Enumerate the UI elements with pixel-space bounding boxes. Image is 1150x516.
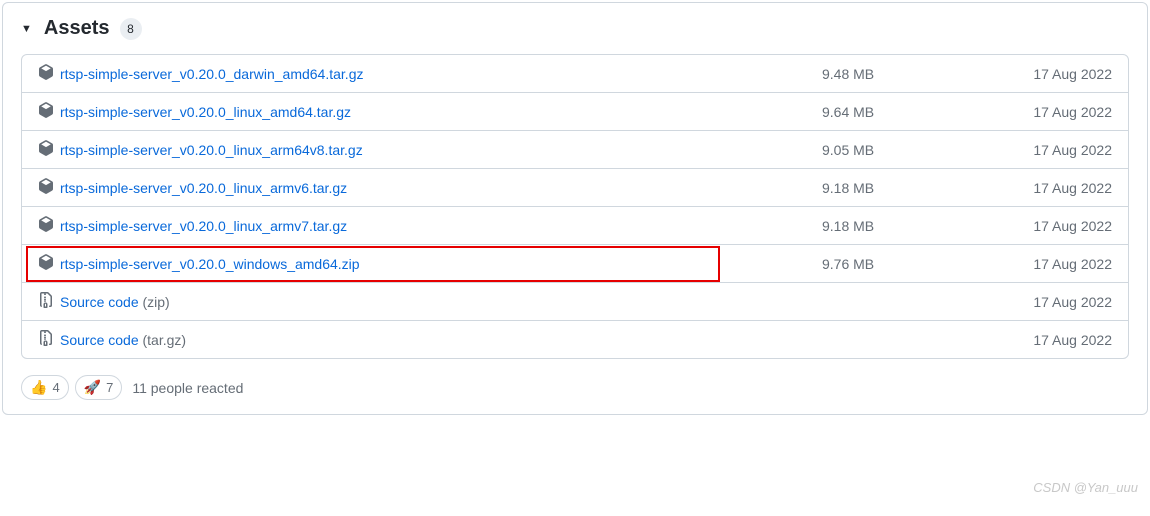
asset-date: 17 Aug 2022 [1002, 104, 1112, 120]
asset-name-cell: Source code (zip) [38, 292, 822, 311]
asset-link[interactable]: rtsp-simple-server_v0.20.0_windows_amd64… [60, 256, 360, 272]
asset-row: rtsp-simple-server_v0.20.0_darwin_amd64.… [22, 55, 1128, 93]
asset-name-suffix: (tar.gz) [143, 332, 187, 348]
asset-row: rtsp-simple-server_v0.20.0_linux_amd64.t… [22, 93, 1128, 131]
asset-size: 9.76 MB [822, 256, 1002, 272]
asset-link[interactable]: rtsp-simple-server_v0.20.0_linux_armv7.t… [60, 218, 347, 234]
watermark: CSDN @Yan_uuu [1033, 480, 1138, 495]
package-icon [38, 178, 54, 197]
asset-name-suffix: (zip) [143, 294, 170, 310]
assets-list: rtsp-simple-server_v0.20.0_darwin_amd64.… [21, 54, 1129, 359]
asset-date: 17 Aug 2022 [1002, 142, 1112, 158]
reactions-bar: 👍4🚀7 11 people reacted [21, 373, 1129, 400]
reactions-summary: 11 people reacted [132, 380, 243, 396]
asset-row: rtsp-simple-server_v0.20.0_windows_amd64… [22, 245, 1128, 283]
expand-caret-icon: ▼ [21, 23, 32, 35]
asset-date: 17 Aug 2022 [1002, 218, 1112, 234]
asset-link[interactable]: rtsp-simple-server_v0.20.0_linux_arm64v8… [60, 142, 363, 158]
asset-size: 9.05 MB [822, 142, 1002, 158]
asset-row: Source code (tar.gz) 17 Aug 2022 [22, 321, 1128, 358]
assets-header[interactable]: ▼ Assets 8 [21, 17, 1129, 40]
asset-name-cell: rtsp-simple-server_v0.20.0_linux_amd64.t… [38, 102, 822, 121]
package-icon [38, 216, 54, 235]
assets-title: Assets [44, 17, 110, 40]
asset-date: 17 Aug 2022 [1002, 294, 1112, 310]
asset-row: rtsp-simple-server_v0.20.0_linux_arm64v8… [22, 131, 1128, 169]
asset-name-cell: rtsp-simple-server_v0.20.0_linux_armv7.t… [38, 216, 822, 235]
asset-size: 9.48 MB [822, 66, 1002, 82]
asset-row: rtsp-simple-server_v0.20.0_linux_armv7.t… [22, 207, 1128, 245]
reaction-count: 4 [52, 380, 59, 395]
file-zip-icon [38, 292, 54, 311]
file-zip-icon [38, 330, 54, 349]
asset-name-cell: Source code (tar.gz) [38, 330, 822, 349]
assets-count-badge: 8 [120, 18, 142, 40]
asset-row: Source code (zip) 17 Aug 2022 [22, 283, 1128, 321]
asset-name-cell: rtsp-simple-server_v0.20.0_darwin_amd64.… [38, 64, 822, 83]
reaction-emoji-icon: 🚀 [84, 379, 101, 396]
asset-date: 17 Aug 2022 [1002, 332, 1112, 348]
package-icon [38, 140, 54, 159]
reaction-button[interactable]: 🚀7 [75, 375, 123, 400]
asset-date: 17 Aug 2022 [1002, 256, 1112, 272]
reaction-emoji-icon: 👍 [30, 379, 47, 396]
asset-name-cell: rtsp-simple-server_v0.20.0_linux_arm64v8… [38, 140, 822, 159]
reaction-count: 7 [106, 380, 113, 395]
asset-link[interactable]: Source code (zip) [60, 294, 170, 310]
asset-link[interactable]: rtsp-simple-server_v0.20.0_linux_armv6.t… [60, 180, 347, 196]
asset-date: 17 Aug 2022 [1002, 180, 1112, 196]
asset-name-cell: rtsp-simple-server_v0.20.0_linux_armv6.t… [38, 178, 822, 197]
asset-link[interactable]: rtsp-simple-server_v0.20.0_linux_amd64.t… [60, 104, 351, 120]
asset-link[interactable]: rtsp-simple-server_v0.20.0_darwin_amd64.… [60, 66, 363, 82]
package-icon [38, 254, 54, 273]
asset-size: 9.18 MB [822, 180, 1002, 196]
asset-link[interactable]: Source code (tar.gz) [60, 332, 186, 348]
asset-name-cell: rtsp-simple-server_v0.20.0_windows_amd64… [38, 254, 822, 273]
asset-row: rtsp-simple-server_v0.20.0_linux_armv6.t… [22, 169, 1128, 207]
asset-size: 9.18 MB [822, 218, 1002, 234]
asset-size: 9.64 MB [822, 104, 1002, 120]
reaction-button[interactable]: 👍4 [21, 375, 69, 400]
asset-date: 17 Aug 2022 [1002, 66, 1112, 82]
package-icon [38, 102, 54, 121]
package-icon [38, 64, 54, 83]
release-panel: ▼ Assets 8 rtsp-simple-server_v0.20.0_da… [2, 2, 1148, 415]
